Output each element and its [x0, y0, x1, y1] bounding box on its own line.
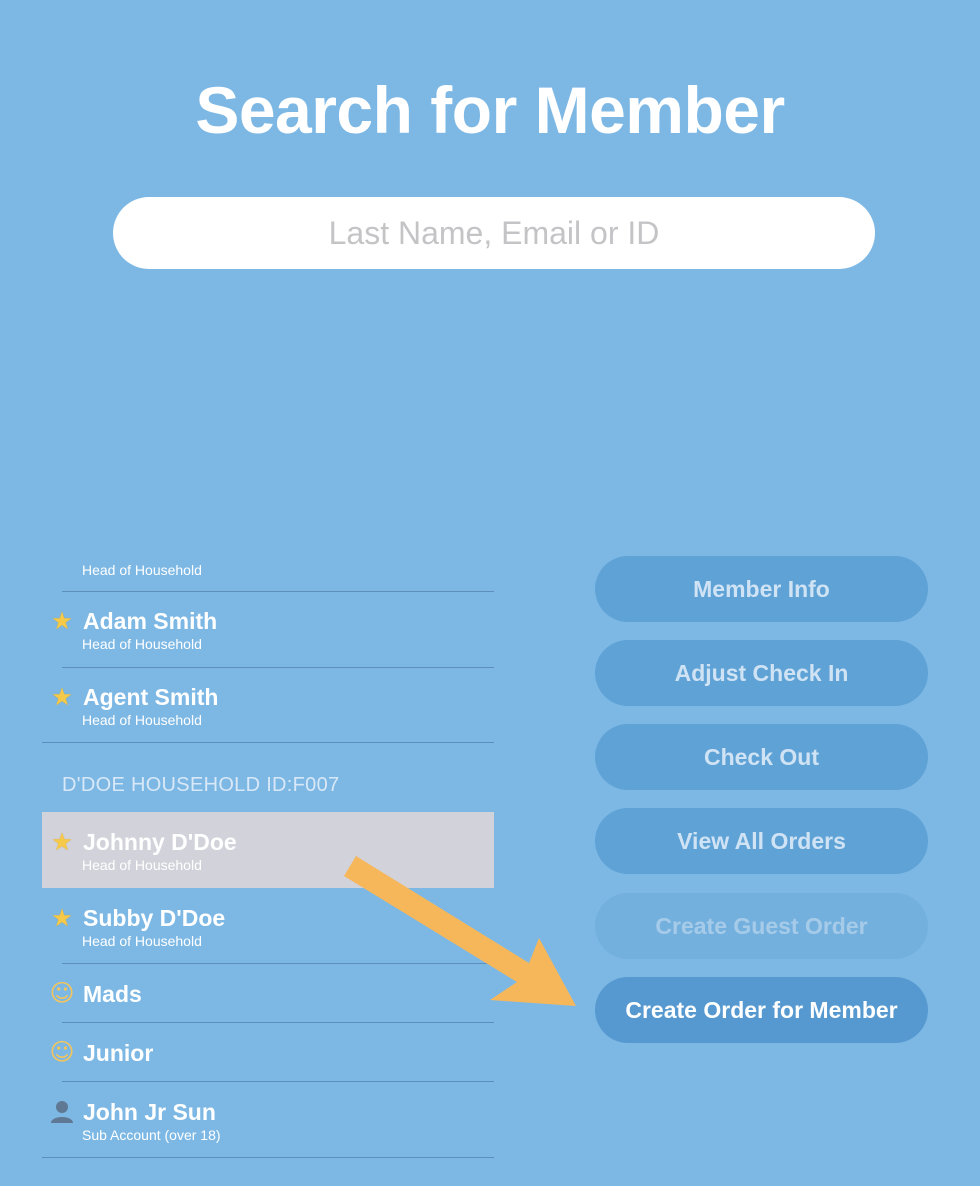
- list-item[interactable]: ★ Subby D'Doe Head of Household: [42, 888, 494, 964]
- view-all-orders-button[interactable]: View All Orders: [595, 808, 928, 874]
- list-item-selected[interactable]: ★ Johnny D'Doe Head of Household: [42, 812, 494, 888]
- baby-icon: ☺: [49, 1038, 75, 1066]
- baby-icon: ☺: [49, 979, 75, 1007]
- member-role: Sub Account (over 18): [82, 1127, 221, 1143]
- member-list[interactable]: Head of Household ★ Adam Smith Head of H…: [42, 546, 494, 1186]
- member-name: John Jr Sun: [83, 1099, 216, 1125]
- member-role: Head of Household: [82, 933, 202, 949]
- person-icon: [48, 1098, 76, 1126]
- star-icon: ★: [51, 828, 73, 856]
- star-icon: ★: [51, 904, 73, 932]
- list-item[interactable]: John Jr Sun Sub Account (over 18): [42, 1082, 494, 1158]
- create-order-for-member-button[interactable]: Create Order for Member: [595, 977, 928, 1043]
- member-role: Head of Household: [82, 562, 202, 578]
- member-name: Subby D'Doe: [83, 905, 226, 931]
- adjust-check-in-button[interactable]: Adjust Check In: [595, 640, 928, 706]
- person-icon-glyph: [51, 1101, 73, 1123]
- member-role: Head of Household: [82, 636, 202, 652]
- create-guest-order-button[interactable]: Create Guest Order: [595, 893, 928, 959]
- row-divider: [42, 1157, 494, 1158]
- list-item[interactable]: Head of Household: [42, 546, 494, 592]
- list-item[interactable]: ★ Agent Smith Head of Household: [42, 668, 494, 743]
- list-item[interactable]: ★ Adam Smith Head of Household: [42, 592, 494, 668]
- member-name: Agent Smith: [83, 684, 219, 710]
- member-name: Mads: [83, 981, 142, 1007]
- list-item[interactable]: ☺ Mads: [42, 964, 494, 1023]
- member-name: Johnny D'Doe: [83, 829, 237, 855]
- star-icon: ★: [51, 683, 73, 711]
- member-role: Head of Household: [82, 857, 202, 873]
- member-name: Adam Smith: [83, 608, 218, 634]
- list-item[interactable]: ☺ Junior: [42, 1023, 494, 1082]
- member-name: Junior: [83, 1040, 154, 1066]
- star-icon: ★: [51, 607, 73, 635]
- page-title: Search for Member: [195, 73, 785, 147]
- member-info-button[interactable]: Member Info: [595, 556, 928, 622]
- member-role: Head of Household: [82, 712, 202, 728]
- check-out-button[interactable]: Check Out: [595, 724, 928, 790]
- search-input[interactable]: [113, 197, 875, 269]
- section-header: D'DOE HOUSEHOLD ID:F007: [62, 774, 340, 796]
- section-divider: [42, 742, 494, 743]
